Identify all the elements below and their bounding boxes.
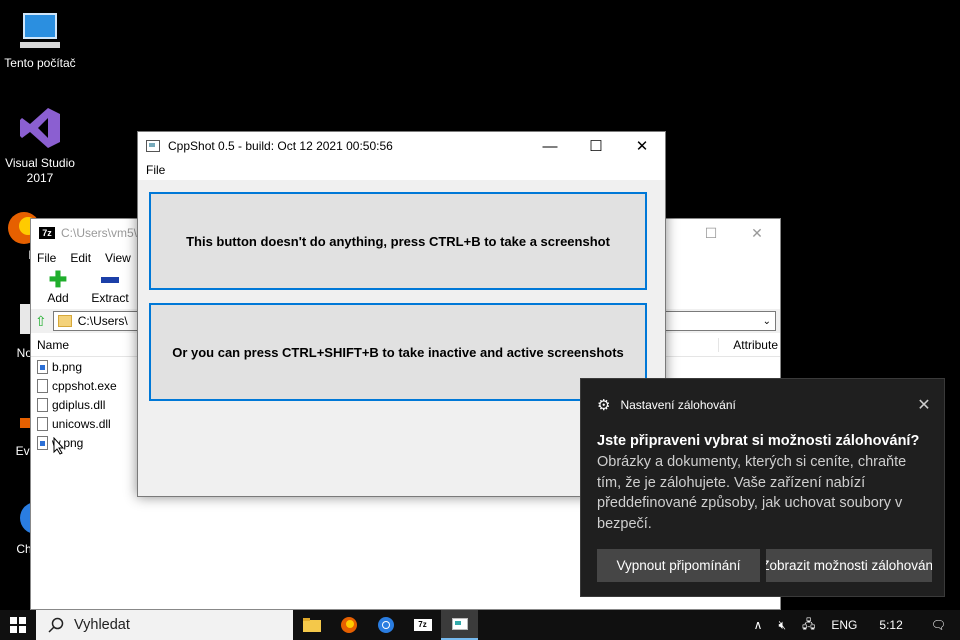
up-folder-icon[interactable]: ⇧ <box>35 313 47 330</box>
extract-button-label: Extract <box>91 291 129 305</box>
app-window-icon <box>451 618 468 630</box>
search-box[interactable]: Vyhledat <box>36 610 293 640</box>
desktop-icon-label: Tento počítač <box>4 56 76 70</box>
cppshot-window-title: CppShot 0.5 - build: Oct 12 2021 00:50:5… <box>168 139 393 153</box>
file-icon <box>37 378 48 393</box>
toast-app-name: Nastavení zálohování <box>620 398 736 412</box>
taskbar-chrome[interactable] <box>367 610 404 640</box>
screenshot-info-button[interactable]: This button doesn't do anything, press C… <box>149 192 647 290</box>
folder-icon <box>302 618 321 632</box>
7zip-logo-icon: 7z <box>39 227 55 239</box>
backup-notification-toast[interactable]: ⚙ Nastavení zálohování ✕ Jste připraveni… <box>580 378 945 597</box>
add-button[interactable]: ✚ Add <box>37 269 79 309</box>
close-icon[interactable]: ✕ <box>734 225 780 242</box>
zip-window-title: C:\Users\vm5\ <box>61 226 138 240</box>
dll-file-icon <box>37 416 48 431</box>
everything-icon <box>20 418 30 428</box>
desktop-icon-this-pc[interactable]: Tento počítač <box>2 12 78 71</box>
gear-icon: ⚙ <box>597 397 611 414</box>
menu-file[interactable]: File <box>146 163 165 177</box>
7zip-logo-icon: 7z <box>413 619 432 631</box>
taskbar-cppshot[interactable] <box>441 610 478 640</box>
start-button[interactable] <box>0 610 36 640</box>
cppshot-window-controls: — ☐ ✕ <box>527 132 665 160</box>
notification-center-icon[interactable]: 🗨︎ <box>917 618 960 632</box>
inactive-active-info-button[interactable]: Or you can press CTRL+SHIFT+B to take in… <box>149 303 647 401</box>
search-icon <box>48 617 64 633</box>
toast-header: ⚙ Nastavení zálohování ✕ <box>581 379 944 431</box>
chrome-icon <box>20 503 30 533</box>
menu-edit[interactable]: Edit <box>70 251 91 265</box>
maximize-icon[interactable]: ☐ <box>688 225 734 242</box>
firefox-icon <box>340 617 357 633</box>
image-file-icon <box>37 359 48 374</box>
network-icon[interactable]: 🖧︎ <box>794 615 823 636</box>
file-name: unicows.dll <box>52 416 111 431</box>
desktop-icon-label: Visual Studio 2017 <box>5 156 75 185</box>
maximize-icon[interactable]: ☐ <box>573 132 619 160</box>
file-name: cppshot.exe <box>52 378 117 393</box>
clock[interactable]: 5:12 <box>865 618 916 632</box>
plus-icon: ✚ <box>48 267 68 292</box>
minimize-icon[interactable]: — <box>527 132 573 160</box>
toast-title: Jste připraveni vybrat si možnosti záloh… <box>597 433 920 449</box>
extract-button[interactable]: Extract <box>89 269 131 309</box>
desktop-icon-visual-studio[interactable]: Visual Studio 2017 <box>2 104 78 186</box>
add-button-label: Add <box>47 291 69 305</box>
cppshot-menu-bar: File <box>138 160 665 180</box>
chevron-down-icon[interactable]: ⌄ <box>763 316 775 327</box>
notepad-icon <box>20 304 30 334</box>
cppshot-title-bar[interactable]: CppShot 0.5 - build: Oct 12 2021 00:50:5… <box>138 132 665 160</box>
taskbar-7zip[interactable]: 7z <box>404 610 441 640</box>
taskbar-file-explorer[interactable] <box>293 610 330 640</box>
column-name[interactable]: Name <box>37 338 69 352</box>
file-name: b.png <box>52 359 83 374</box>
language-indicator[interactable]: ENG <box>823 618 865 632</box>
zip-window-controls: ☐ ✕ <box>688 225 780 242</box>
turn-off-reminders-button[interactable]: Vypnout připomínání <box>597 549 760 582</box>
column-attributes[interactable]: Attribute <box>718 337 780 352</box>
chrome-icon <box>377 617 394 633</box>
computer-icon <box>20 13 60 48</box>
toast-actions: Vypnout připomínání Zobrazit možnosti zá… <box>597 549 932 582</box>
windows-logo-icon <box>10 617 26 633</box>
app-window-icon <box>146 140 160 152</box>
dll-file-icon <box>37 397 48 412</box>
taskbar: Vyhledat 7z ∧ 🔇︎ 🖧︎ ENG 5:12 🗨︎ <box>0 610 960 640</box>
path-value: C:\Users\ <box>77 314 128 328</box>
mouse-cursor-icon <box>53 437 65 455</box>
show-backup-options-button[interactable]: Zobrazit možnosti zálohování <box>766 549 932 582</box>
file-name: gdiplus.dll <box>52 397 106 412</box>
chevron-up-icon[interactable]: ∧ <box>746 618 771 632</box>
taskbar-firefox[interactable] <box>330 610 367 640</box>
toast-body: Obrázky a dokumenty, kterých si ceníte, … <box>597 454 907 532</box>
minus-icon <box>101 269 119 291</box>
visual-studio-icon <box>20 108 60 148</box>
close-icon[interactable]: ✕ <box>619 132 665 160</box>
menu-view[interactable]: View <box>105 251 131 265</box>
speaker-muted-icon[interactable]: 🔇︎ <box>770 618 794 633</box>
system-tray: ∧ 🔇︎ 🖧︎ ENG 5:12 🗨︎ <box>746 610 960 640</box>
image-file-icon <box>37 435 48 450</box>
close-icon[interactable]: ✕ <box>904 395 944 415</box>
menu-file[interactable]: File <box>37 251 56 265</box>
folder-icon <box>57 315 72 327</box>
search-placeholder: Vyhledat <box>74 617 130 633</box>
